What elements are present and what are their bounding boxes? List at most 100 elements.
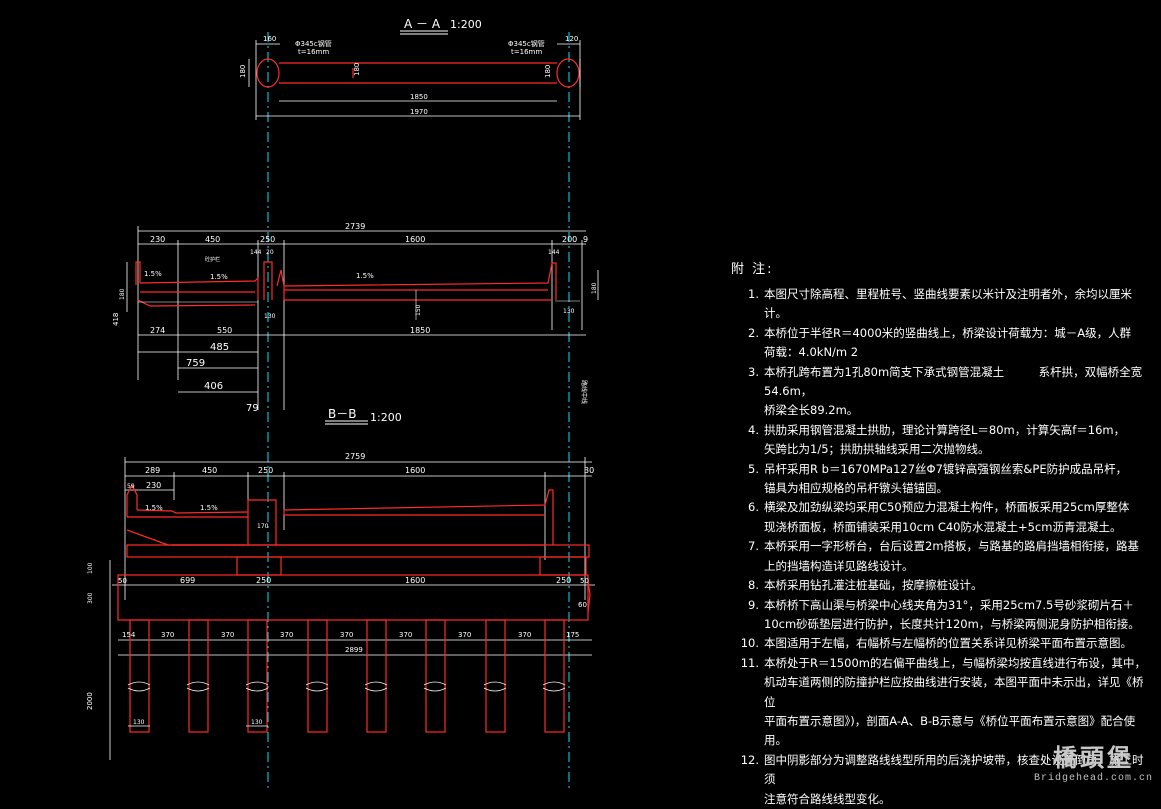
note-line: 矢跨比为1/5；拱肋拱轴线采用二次抛物线。	[764, 442, 990, 457]
dim-144a: 144	[250, 249, 262, 256]
dim-2759: 2759	[345, 452, 365, 461]
pile-dim: 370	[221, 631, 234, 639]
slope-1: 1.5%	[144, 270, 162, 278]
note-number: 12.	[740, 752, 759, 767]
note-line: 10cm砂砾垫层进行防护，长度共计120m，与桥梁两侧泥身防护相衔接。	[764, 616, 1140, 631]
dim-1600-bb: 1600	[405, 466, 425, 475]
dim-1850-mid: 1850	[410, 326, 430, 335]
dim-130b: 130	[563, 308, 575, 315]
note-number: 6.	[748, 500, 759, 515]
dim-180r: 180	[591, 282, 598, 294]
dim-60: 60	[578, 601, 587, 609]
dim-144b: 144	[548, 249, 560, 256]
dim-450-bb: 450	[202, 466, 217, 475]
note-line: 荷载：4.0kN/m 2	[764, 345, 859, 360]
note-item: 4. 拱肋采用钢管混凝土拱肋，理论计算跨径L＝80m，计算矢高f＝16m， 矢跨比为…	[731, 421, 1151, 460]
dim-100: 100	[87, 562, 94, 574]
dim-50b: 50	[580, 577, 589, 585]
note-item: 6. 横梁及加劲纵梁均采用C50预应力混凝土构件，桥面板采用25cm厚整体 现浇桥面…	[731, 498, 1151, 537]
section-bb: B－B 1:200 2759 289 450 250 1600 30 59 23…	[86, 380, 595, 760]
slope-2: 1.5%	[210, 273, 228, 281]
note-line: 注意符合路线线型变化。	[764, 791, 891, 806]
note-line: 本图适用于左幅，右幅桥与左幅桥的位置关系详见桥梁平面布置示意图。	[764, 636, 1132, 651]
note-line: 现浇桥面板，桥面铺装采用10cm C40防水混凝土+5cm沥青混凝土。	[764, 519, 1122, 534]
dim-250c: 250	[556, 576, 571, 585]
dim-180b: 180	[353, 63, 361, 76]
dim-406: 406	[204, 381, 223, 392]
dim-250-bb: 250	[258, 466, 273, 475]
aa-scale: 1:200	[450, 18, 482, 31]
dim-130-pile-b: 130	[251, 719, 263, 726]
dim-1970: 1970	[410, 108, 428, 116]
dim-1600: 1600	[405, 235, 425, 244]
dim-170: 170	[257, 523, 269, 530]
note-line: 本桥采用钻孔灌注桩基础，按摩擦桩设计。	[764, 578, 983, 593]
dim-2000: 2000	[86, 692, 94, 710]
note-number: 8.	[748, 578, 759, 593]
note-number: 1.	[748, 287, 759, 301]
pile-dim: 370	[458, 631, 471, 639]
pile-dim: 175	[566, 631, 579, 639]
slope-bb-1: 1.5%	[145, 504, 163, 512]
note-line: 本桥位于半径R＝4000米的竖曲线上，桥梁设计荷载为：城－A级，人群	[764, 325, 1132, 340]
note-number: 11.	[740, 655, 759, 670]
note-item: 8. 本桥采用钻孔灌注桩基础，按摩擦桩设计。	[731, 576, 1151, 595]
dim-120: 120	[565, 35, 578, 43]
note-item: 10. 本图适用于左幅，右幅桥与左幅桥的位置关系详见桥梁平面布置示意图。	[731, 634, 1151, 653]
note-line: 本图尺寸除高程、里程桩号、竖曲线要素以米计及注明者外，余均以厘米计。	[764, 287, 1132, 321]
dim-450: 450	[205, 235, 220, 244]
dim-180a: 180	[239, 65, 247, 78]
dim-130-pile-a: 130	[133, 719, 145, 726]
note-item: 2. 本桥位于半径R＝4000米的竖曲线上，桥梁设计荷载为：城－A级，人群 荷载：4…	[731, 324, 1151, 363]
dim-20: 20	[266, 249, 274, 256]
dim-485: 485	[210, 342, 229, 353]
dim-50a: 50	[118, 577, 127, 585]
centerlines	[267, 32, 570, 790]
dim-130a: 130	[264, 313, 276, 320]
dim-180: 180	[119, 288, 126, 300]
dim-9: 9	[583, 235, 588, 244]
note-number: 3.	[748, 364, 759, 379]
dim-300: 300	[87, 592, 94, 604]
dim-550: 550	[217, 326, 232, 335]
note-item: 7. 本桥采用一字形桥台，台后设置2m搭板，与路基的路肩挡墙相衔接，路基 上的挡墙构…	[731, 537, 1151, 576]
note-line: 桥梁全长89.2m。	[764, 403, 859, 418]
note-number: 7.	[748, 539, 759, 554]
pipe-thick-left: t=16mm	[298, 48, 329, 56]
bb-scale: 1:200	[370, 411, 402, 424]
watermark: 橋頭堡 Bridgehead.com.cn	[1034, 738, 1153, 784]
section-deck: 2739 230 450 250 1600 200 9 144 20 144 砼…	[112, 222, 599, 414]
dim-418: 418	[112, 313, 120, 326]
pipe-label-left: Φ345c钢管	[295, 39, 332, 48]
dim-230: 230	[150, 235, 165, 244]
centerline-label: 路线中线	[580, 380, 588, 404]
pile-dim: 370	[280, 631, 293, 639]
notes-list: 1. 本图尺寸除高程、里程桩号、竖曲线要素以米计及注明者外，余均以厘米计。 2. 本桥…	[731, 285, 1151, 809]
notes-panel: 附 注: 1. 本图尺寸除高程、里程桩号、竖曲线要素以米计及注明者外，余均以厘米计…	[731, 258, 1151, 809]
pipe-label-right: Φ345c钢管	[508, 39, 545, 48]
dim-230-bb: 230	[146, 481, 161, 490]
pipe-thick-right: t=16mm	[511, 48, 542, 56]
notes-title: 附 注:	[731, 262, 774, 277]
note-line: 本桥处于R＝1500m的右偏平曲线上，与幅桥梁均按直线进行布设，其中，	[764, 655, 1146, 670]
watermark-en: Bridgehead.com.cn	[1033, 773, 1153, 784]
note-line: 吊杆采用R b＝1670MPa127丝Φ7镀锌高强钢丝索&PE防护成品吊杆，	[764, 461, 1128, 476]
pile-dim: 370	[518, 631, 531, 639]
note-item: 9. 本桥桥下高山渠与桥梁中心线夹角为31°，采用25cm7.5号砂浆砌片石＋ 10…	[731, 596, 1151, 635]
note-item: 1. 本图尺寸除高程、里程桩号、竖曲线要素以米计及注明者外，余均以厘米计。	[731, 285, 1151, 324]
pile-dim: 370	[340, 631, 353, 639]
dim-1850: 1850	[410, 93, 428, 101]
note-line: 机动车道两侧的防撞护栏应按曲线进行安装，本图平面中未示出，详见《桥位	[764, 675, 1144, 709]
dim-200: 200	[562, 235, 577, 244]
note-number: 5.	[748, 461, 759, 476]
dim-59: 59	[127, 483, 135, 490]
aa-title: A － A	[404, 17, 441, 31]
note-line: 本桥孔跨布置为1孔80m简支下承式钢管混凝土 系杆拱，双幅桥全宽54.6m，	[764, 364, 1143, 399]
dim-274: 274	[150, 326, 165, 335]
note-item: 5. 吊杆采用R b＝1670MPa127丝Φ7镀锌高强钢丝索&PE防护成品吊杆，…	[731, 460, 1151, 499]
note-line: 本桥桥下高山渠与桥梁中心线夹角为31°，采用25cm7.5号砂浆砌片石＋	[764, 597, 1134, 612]
section-aa: A － A 1:200 160 120 180 180 180 1850 197…	[239, 17, 581, 120]
dim-759: 759	[186, 358, 205, 369]
pile-dim: 154	[122, 631, 136, 639]
note-number: 4.	[748, 422, 759, 437]
